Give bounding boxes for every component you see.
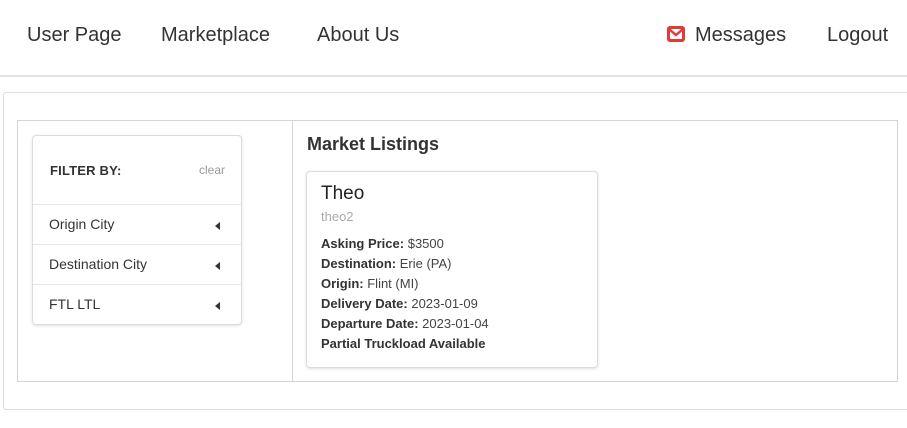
- caret-left-icon: [215, 262, 220, 270]
- delivery-date-row: Delivery Date: 2023-01-09: [321, 296, 478, 311]
- listing-card[interactable]: Theo theo2 Asking Price: $3500 Destinati…: [306, 171, 598, 368]
- caret-left-icon: [215, 222, 220, 230]
- load-note: Partial Truckload Available: [321, 336, 486, 351]
- destination-row: Destination: Erie (PA): [321, 256, 452, 271]
- destination-label: Destination:: [321, 256, 397, 271]
- filter-item-label: FTL LTL: [49, 296, 101, 312]
- origin-label: Origin:: [321, 276, 364, 291]
- load-note-row: Partial Truckload Available: [321, 336, 486, 351]
- listing-name: Theo: [321, 183, 365, 204]
- nav-about-us[interactable]: About Us: [317, 22, 399, 48]
- origin-row: Origin: Flint (MI): [321, 276, 419, 291]
- column-divider: [292, 121, 293, 381]
- listings-title: Market Listings: [307, 134, 440, 154]
- filter-clear-link[interactable]: clear: [199, 163, 225, 177]
- departure-date-label: Departure Date:: [321, 316, 419, 331]
- filter-panel: FILTER BY: clear Origin City Destination…: [32, 135, 242, 325]
- asking-price-value: $3500: [407, 236, 444, 251]
- nav-logout[interactable]: Logout: [827, 22, 888, 48]
- nav-messages[interactable]: Messages: [667, 22, 786, 48]
- delivery-date-value: 2023-01-09: [411, 296, 478, 311]
- delivery-date-label: Delivery Date:: [321, 296, 408, 311]
- departure-date-value: 2023-01-04: [422, 316, 489, 331]
- destination-value: Erie (PA): [399, 256, 452, 271]
- top-navbar: User Page Marketplace About Us Messages …: [0, 0, 907, 77]
- filter-ftl-ltl[interactable]: FTL LTL: [33, 285, 241, 325]
- nav-user-page[interactable]: User Page: [27, 22, 122, 48]
- origin-value: Flint (MI): [367, 276, 419, 291]
- filter-item-label: Destination City: [49, 256, 148, 272]
- caret-left-icon: [215, 302, 220, 310]
- asking-price-row: Asking Price: $3500: [321, 236, 444, 251]
- filter-header: FILTER BY: clear: [33, 136, 241, 205]
- nav-marketplace[interactable]: Marketplace: [161, 22, 270, 48]
- filter-origin-city[interactable]: Origin City: [33, 205, 241, 245]
- filter-item-label: Origin City: [49, 216, 115, 232]
- filter-destination-city[interactable]: Destination City: [33, 245, 241, 285]
- filter-title: FILTER BY:: [50, 163, 122, 178]
- listing-username: theo2: [321, 209, 354, 224]
- asking-price-label: Asking Price:: [321, 236, 405, 251]
- envelope-icon: [667, 26, 685, 42]
- nav-messages-label: Messages: [695, 24, 787, 46]
- departure-date-row: Departure Date: 2023-01-04: [321, 316, 489, 331]
